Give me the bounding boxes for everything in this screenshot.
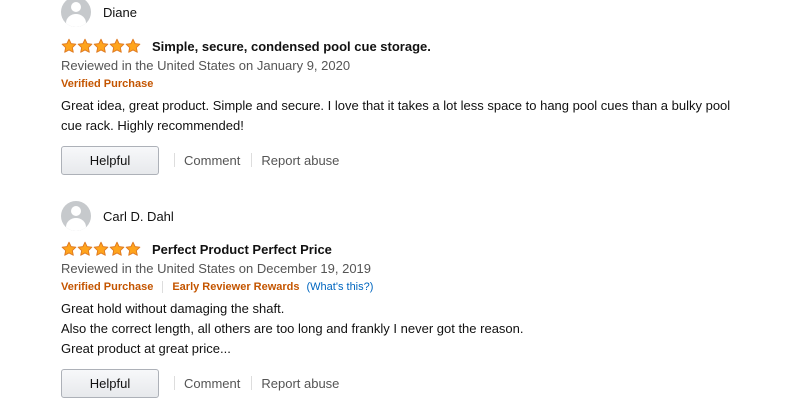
avatar-icon[interactable] xyxy=(61,201,91,231)
report-abuse-link[interactable]: Report abuse xyxy=(261,153,339,168)
review-body-line: Also the correct length, all others are … xyxy=(61,321,524,336)
comment-link[interactable]: Comment xyxy=(184,153,240,168)
review-body-line: Great idea, great product. Simple and se… xyxy=(61,98,731,113)
divider xyxy=(174,153,175,167)
early-reviewer-badge: Early Reviewer Rewards xyxy=(172,280,300,293)
review-body-line: Great hold without damaging the shaft. xyxy=(61,301,285,316)
review-title[interactable]: Simple, secure, condensed pool cue stora… xyxy=(152,39,431,54)
profile-name[interactable]: Carl D. Dahl xyxy=(103,209,174,224)
star-icon xyxy=(77,38,93,53)
review-profile[interactable]: Diane xyxy=(61,0,761,27)
divider xyxy=(251,376,253,390)
review-badges: Verified Purchase xyxy=(61,75,761,92)
review-date: Reviewed in the United States on January… xyxy=(61,58,351,73)
star-icon xyxy=(93,241,109,256)
review-actions: Helpful Comment Report abuse xyxy=(61,145,761,175)
review-body: Great hold without damaging the shaft. A… xyxy=(61,299,761,359)
report-abuse-link[interactable]: Report abuse xyxy=(261,376,339,391)
review-body: Great idea, great product. Simple and se… xyxy=(61,96,761,136)
star-icon xyxy=(61,38,77,53)
helpful-button[interactable]: Helpful xyxy=(61,368,159,398)
verified-purchase-badge: Verified Purchase xyxy=(61,280,154,293)
star-rating[interactable] xyxy=(61,38,141,54)
star-icon xyxy=(77,241,93,256)
star-icon xyxy=(125,241,141,256)
review-profile[interactable]: Carl D. Dahl xyxy=(61,201,761,231)
helpful-button[interactable]: Helpful xyxy=(61,145,159,175)
review-body-line: cue rack. Highly recommended! xyxy=(61,118,244,133)
divider xyxy=(251,153,253,167)
review-2: Carl D. Dahl Perfect Product Perfect Pri… xyxy=(61,201,761,398)
review-date: Reviewed in the United States on Decembe… xyxy=(61,261,372,276)
comment-link[interactable]: Comment xyxy=(184,376,240,391)
whats-this-link[interactable]: (What's this?) xyxy=(307,281,374,293)
review-1: Diane Simple, secure, condensed pool cue… xyxy=(61,0,761,175)
star-icon xyxy=(61,241,77,256)
star-rating[interactable] xyxy=(61,241,141,257)
verified-purchase-badge: Verified Purchase xyxy=(61,77,154,90)
review-badges: Verified Purchase Early Reviewer Rewards… xyxy=(61,278,761,295)
review-actions: Helpful Comment Report abuse xyxy=(61,368,761,398)
star-icon xyxy=(125,38,141,53)
divider xyxy=(174,376,175,390)
divider xyxy=(162,280,164,293)
star-icon xyxy=(109,38,125,53)
review-title[interactable]: Perfect Product Perfect Price xyxy=(152,242,332,257)
star-icon xyxy=(93,38,109,53)
avatar-icon[interactable] xyxy=(61,0,91,27)
review-body-line: Great product at great price... xyxy=(61,341,231,356)
profile-name[interactable]: Diane xyxy=(103,5,137,20)
star-icon xyxy=(109,241,125,256)
